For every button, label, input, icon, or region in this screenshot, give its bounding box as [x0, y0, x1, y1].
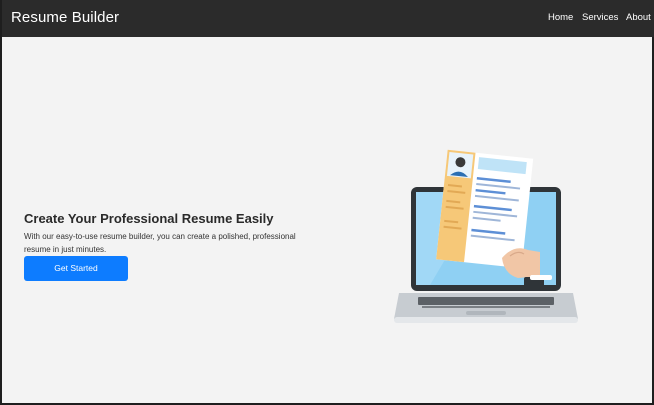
hero-description: With our easy-to-use resume builder, you… [24, 232, 296, 254]
hero-title: Create Your Professional Resume Easily [24, 211, 274, 226]
nav-link-home[interactable]: Home [548, 12, 573, 24]
laptop-resume-illustration [394, 149, 578, 323]
navbar: Resume Builder Home Services About [2, 0, 654, 37]
page-frame: Resume Builder Home Services About Creat… [0, 0, 654, 405]
get-started-button[interactable]: Get Started [24, 256, 128, 281]
laptop-keyboard [418, 297, 554, 305]
laptop-trackpad [466, 311, 506, 315]
nav-link-about[interactable]: About [626, 12, 651, 24]
nav-link-services[interactable]: Services [582, 12, 618, 24]
brand-logo-text[interactable]: Resume Builder [11, 9, 119, 27]
